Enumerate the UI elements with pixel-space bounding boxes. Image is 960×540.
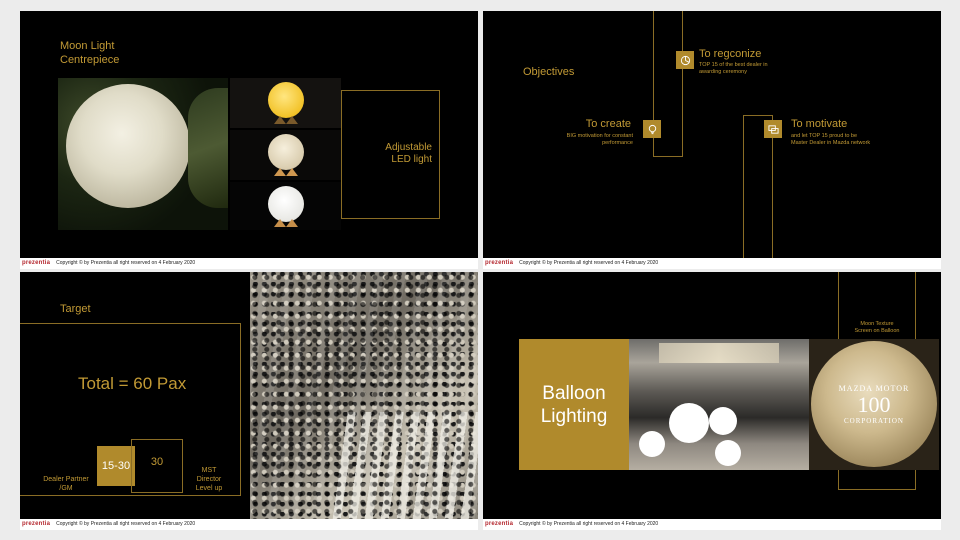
balloon-light	[709, 407, 737, 435]
slide-balloon-lighting[interactable]: Moon Texture Screen on Balloon Balloon L…	[483, 272, 941, 530]
caption-line: Adjustable	[385, 142, 432, 153]
motivate-text: and let TOP 15 proud to be Master Dealer…	[791, 133, 871, 146]
moon-lamp-photo	[58, 78, 228, 230]
balloon-caption: Moon Texture Screen on Balloon	[840, 321, 914, 335]
ballroom-photo	[629, 339, 809, 470]
chat-icon	[764, 120, 782, 138]
label-dealer: Dealer Partner /GM	[40, 475, 92, 493]
box-mst: 30	[131, 439, 183, 493]
label-line: MST	[201, 467, 217, 474]
leaf	[188, 88, 228, 208]
footer: prezentia Copyright © by Prezentia all r…	[485, 258, 658, 268]
chart-icon	[676, 51, 694, 69]
balloon-number: 100	[857, 391, 891, 417]
box-mst-value: 30	[150, 456, 164, 468]
recognize-title: To regconize	[699, 48, 762, 60]
lamp-ball	[268, 186, 304, 222]
balloon-bottom-text: CORPORATION	[843, 416, 904, 425]
brand-logo: prezentia	[485, 260, 514, 266]
heading-line: Lighting	[540, 405, 608, 427]
copyright-text: Copyright © by Prezentia all right reser…	[519, 521, 659, 527]
label-line: Dealer Partner	[43, 476, 89, 483]
slide-title: Moon Light Centrepiece	[60, 39, 119, 67]
label-mst: MST Director Level up	[190, 466, 228, 493]
motivate-title: To motivate	[791, 118, 848, 130]
brand-logo: prezentia	[485, 521, 514, 527]
copyright-text: Copyright © by Prezentia all right reser…	[56, 521, 196, 527]
crowd-shadows	[250, 272, 478, 519]
moon-balloon: MAZDA MOTOR 100 CORPORATION	[811, 341, 937, 467]
lamp-ball	[268, 134, 304, 170]
label-line: Level up	[195, 485, 223, 492]
caption-line: LED light	[391, 154, 432, 165]
slide-target[interactable]: Target Total = 60 Pax 15-30 30 Dealer Pa…	[20, 272, 478, 530]
slide-objectives[interactable]: Objectives To regconize TOP 15 of the be…	[483, 11, 941, 269]
moon-balloon-photo: MAZDA MOTOR 100 CORPORATION	[809, 339, 939, 470]
heading-line: Balloon	[542, 382, 606, 404]
title-line: Centrepiece	[60, 54, 120, 66]
slide-moon-light[interactable]: Moon Light Centrepiece Adjustable LED li…	[20, 11, 478, 269]
balloon-light	[639, 431, 665, 457]
slide-canvas: Moon Light Centrepiece Adjustable LED li…	[20, 11, 478, 258]
lamp-ball	[268, 82, 304, 118]
lamp-variant-warm	[230, 130, 341, 180]
caption-line: Moon Texture	[860, 321, 894, 327]
crowd-photo	[250, 272, 478, 519]
balloon-light	[669, 403, 709, 443]
balloon-light	[715, 440, 741, 466]
box-dealer: 15-30	[97, 446, 135, 486]
lamp-variant-white	[230, 182, 341, 230]
create-text: BIG motivation for constant performance	[566, 133, 633, 146]
footer: prezentia Copyright © by Prezentia all r…	[22, 258, 195, 268]
label-line: Director	[196, 476, 222, 483]
slide-canvas: Target Total = 60 Pax 15-30 30 Dealer Pa…	[20, 272, 478, 519]
objectives-heading: Objectives	[523, 66, 575, 78]
lightbulb-icon	[643, 120, 661, 138]
slide-canvas: Objectives To regconize TOP 15 of the be…	[483, 11, 941, 258]
ceiling-light	[659, 343, 779, 363]
moon-lamp	[66, 84, 190, 208]
create-title: To create	[585, 118, 631, 130]
balloon-heading-block: Balloon Lighting	[519, 339, 629, 470]
title-line: Moon Light	[60, 40, 115, 52]
copyright-text: Copyright © by Prezentia all right reser…	[56, 260, 196, 266]
brand-logo: prezentia	[22, 521, 51, 527]
brand-logo: prezentia	[22, 260, 51, 266]
lamp-variant-yellow	[230, 78, 341, 128]
copyright-text: Copyright © by Prezentia all right reser…	[519, 260, 659, 266]
recognize-text: TOP 15 of the best dealer in awarding ce…	[699, 62, 768, 75]
slide-canvas: Moon Texture Screen on Balloon Balloon L…	[483, 272, 941, 519]
footer: prezentia Copyright © by Prezentia all r…	[485, 519, 658, 529]
footer: prezentia Copyright © by Prezentia all r…	[22, 519, 195, 529]
label-line: /GM	[59, 485, 73, 492]
side-caption: Adjustable LED light	[385, 142, 432, 166]
target-heading: Target	[60, 303, 91, 315]
caption-line: Screen on Balloon	[854, 328, 900, 334]
total-text: Total = 60 Pax	[78, 374, 187, 393]
